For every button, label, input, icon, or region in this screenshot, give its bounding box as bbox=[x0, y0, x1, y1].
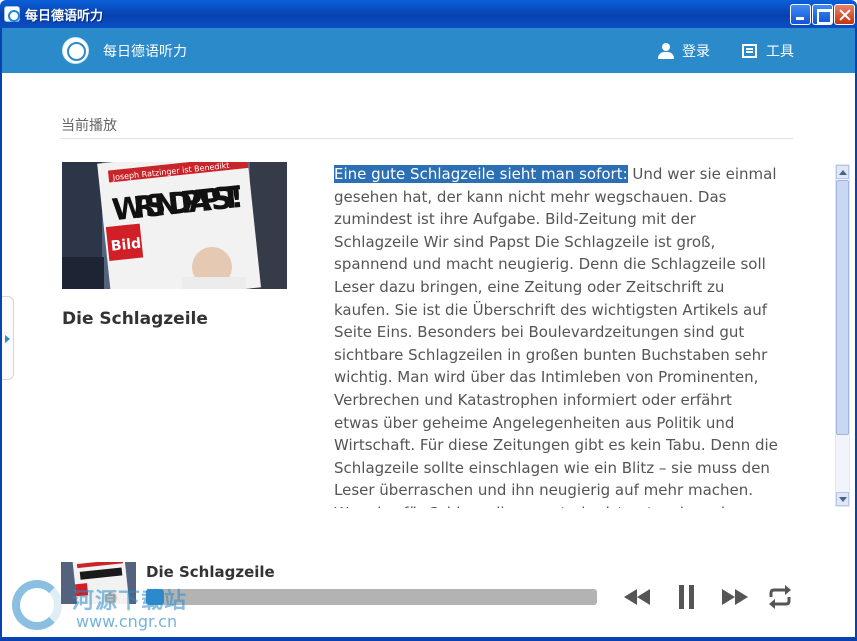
pause-icon bbox=[679, 585, 694, 609]
rewind-button[interactable] bbox=[622, 584, 652, 610]
window-title: 每日德语听力 bbox=[25, 9, 104, 24]
watermark-url: www.cngr.cn bbox=[76, 612, 178, 631]
progress-bar[interactable] bbox=[146, 589, 597, 605]
episode-title: Die Schlagzeile bbox=[62, 309, 208, 329]
player-thumbnail bbox=[61, 562, 136, 604]
cover-masthead-text: Bild bbox=[110, 236, 142, 255]
close-button[interactable] bbox=[834, 4, 855, 25]
fast-forward-button[interactable] bbox=[720, 584, 750, 610]
article-scrollbar[interactable] bbox=[835, 164, 850, 507]
article-text[interactable]: Eine gute Schlagzeile sieht man sofort: … bbox=[334, 163, 780, 508]
article-body: Und wer sie einmal gesehen hat, der kann… bbox=[334, 165, 778, 508]
tools-label: 工具 bbox=[766, 44, 794, 60]
sidebar-toggle[interactable] bbox=[2, 296, 14, 380]
scroll-down-button[interactable] bbox=[836, 492, 849, 506]
section-label: 当前播放 bbox=[61, 118, 117, 134]
cover-image: Joseph Ratzinger ist Benedikt WIR SIND P… bbox=[62, 162, 287, 289]
watermark-logo bbox=[12, 580, 62, 630]
user-icon bbox=[657, 42, 675, 60]
thumbnail-image bbox=[61, 562, 136, 604]
scroll-up-button[interactable] bbox=[836, 165, 849, 179]
window-frame-bottom bbox=[0, 637, 857, 641]
login-button[interactable]: 登录 bbox=[657, 40, 710, 62]
repeat-icon bbox=[769, 585, 791, 609]
app-name: 每日德语听力 bbox=[103, 44, 187, 60]
tools-icon bbox=[742, 44, 757, 58]
newspaper-image: Joseph Ratzinger ist Benedikt WIR SIND P… bbox=[62, 162, 287, 289]
progress-knob[interactable] bbox=[146, 589, 164, 605]
repeat-button[interactable] bbox=[767, 584, 797, 610]
tools-button[interactable]: 工具 bbox=[742, 40, 794, 62]
rewind-icon bbox=[624, 589, 650, 605]
logo-icon bbox=[62, 37, 89, 64]
app-icon bbox=[4, 6, 20, 22]
highlighted-sentence: Eine gute Schlagzeile sieht man sofort: bbox=[334, 165, 628, 183]
maximize-button[interactable] bbox=[812, 4, 833, 25]
fast-forward-icon bbox=[722, 589, 748, 605]
minimize-button[interactable] bbox=[790, 4, 811, 25]
pause-button[interactable] bbox=[675, 584, 705, 610]
app-header: 每日德语听力 登录 工具 bbox=[2, 28, 855, 73]
player-title: Die Schlagzeile bbox=[146, 563, 275, 581]
window-title-bar[interactable]: 每日德语听力 bbox=[0, 0, 857, 28]
login-label: 登录 bbox=[682, 44, 710, 60]
section-divider bbox=[61, 138, 793, 139]
scroll-thumb[interactable] bbox=[836, 180, 849, 435]
